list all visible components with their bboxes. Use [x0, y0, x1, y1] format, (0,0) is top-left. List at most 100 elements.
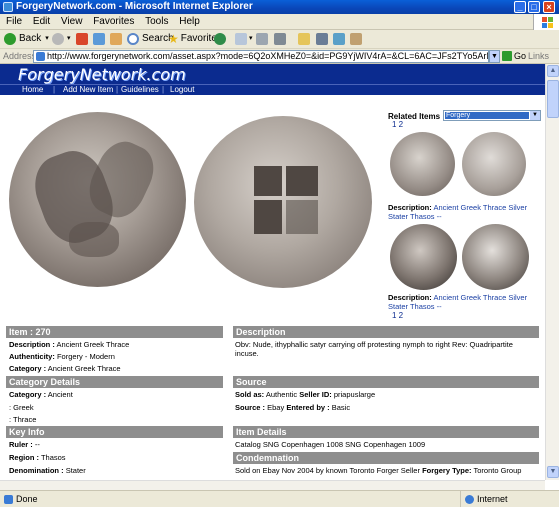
- chevron-down-icon: ▾: [249, 35, 253, 42]
- menu-help[interactable]: Help: [179, 16, 200, 27]
- related-items-select[interactable]: Forgery ▼: [443, 110, 541, 121]
- messenger-button[interactable]: [333, 32, 345, 46]
- extra-button[interactable]: [350, 32, 362, 46]
- mail-button[interactable]: ▾: [235, 32, 253, 46]
- horizontal-scrollbar[interactable]: [0, 480, 545, 490]
- research-button[interactable]: [316, 32, 328, 46]
- edit-button[interactable]: [274, 32, 286, 46]
- item-authenticity: Authenticity: Forgery - Modern: [9, 352, 115, 361]
- maximize-button[interactable]: □: [528, 1, 540, 13]
- print-button[interactable]: [256, 32, 268, 46]
- home-button[interactable]: [110, 32, 122, 46]
- stop-button[interactable]: [76, 32, 88, 46]
- coin-reverse-image: [194, 116, 372, 288]
- edit-icon: [274, 33, 286, 45]
- related-thumb-reverse-1[interactable]: [462, 132, 526, 196]
- print-icon: [256, 33, 268, 45]
- page-done-icon: [4, 495, 13, 504]
- incuse-square: [286, 200, 318, 234]
- windows-logo-icon: [533, 14, 559, 30]
- home-icon: [110, 33, 122, 45]
- address-dropdown[interactable]: ▼: [489, 50, 500, 63]
- chevron-down-icon: ▾: [67, 35, 71, 42]
- minimize-button[interactable]: _: [514, 1, 526, 13]
- mail-icon: [235, 33, 247, 45]
- key-info-region: Region : Thasos: [9, 453, 66, 462]
- zone-text: Internet: [477, 494, 508, 504]
- menu-file[interactable]: File: [6, 16, 22, 27]
- forward-arrow-icon: [52, 33, 64, 45]
- item-category: Category : Ancient Greek Thrace: [9, 364, 121, 373]
- window-titlebar: ForgeryNetwork.com - Microsoft Internet …: [0, 0, 559, 14]
- refresh-button[interactable]: [93, 32, 105, 46]
- category-details-header: Category Details: [6, 376, 223, 388]
- menu-edit[interactable]: Edit: [33, 16, 50, 27]
- nav-separator: |: [53, 85, 56, 94]
- site-logo[interactable]: ForgeryNetwork.com: [18, 65, 186, 84]
- status-bar: Done Internet: [0, 490, 559, 507]
- forward-button[interactable]: ▾: [52, 32, 71, 46]
- nav-add-new-item[interactable]: Add New Item: [63, 85, 113, 95]
- address-bar: Address http://www.forgerynetwork.com/as…: [0, 48, 559, 64]
- menu-tools[interactable]: Tools: [145, 16, 168, 27]
- discuss-button[interactable]: [298, 32, 310, 46]
- scroll-up-button[interactable]: ▲: [547, 65, 559, 77]
- close-button[interactable]: ×: [543, 1, 555, 13]
- related-thumb-obverse-1[interactable]: [390, 132, 455, 196]
- site-header: ForgeryNetwork.com: [0, 64, 545, 84]
- search-button[interactable]: Search: [127, 32, 174, 46]
- refresh-icon: [93, 33, 105, 45]
- related-pager-bottom[interactable]: 1 2: [392, 311, 403, 320]
- browser-toolbar: Back ▾ ▾ Search ★ Favorites ▾: [0, 30, 559, 48]
- nav-guidelines[interactable]: Guidelines: [121, 85, 159, 95]
- nav-logout[interactable]: Logout: [170, 85, 194, 95]
- incuse-square: [254, 166, 282, 196]
- category-details-line3: : Thrace: [9, 415, 37, 424]
- nav-separator: |: [162, 85, 165, 94]
- folder-icon: [298, 33, 310, 45]
- related-pager-top[interactable]: 1 2: [392, 120, 403, 129]
- scroll-thumb[interactable]: [547, 80, 559, 118]
- item-details-header: Item Details: [233, 426, 539, 438]
- related-thumb-obverse-2[interactable]: [390, 224, 457, 290]
- menu-view[interactable]: View: [61, 16, 83, 27]
- site-nav: Home | Add New Item | Guidelines | Logou…: [0, 84, 545, 95]
- description-text-2: incuse.: [235, 349, 259, 358]
- search-icon: [127, 33, 139, 45]
- menu-favorites[interactable]: Favorites: [93, 16, 134, 27]
- related-item-1-desc: Description: Ancient Greek Thrace Silver…: [388, 203, 528, 221]
- vertical-scrollbar[interactable]: ▲ ▼: [545, 64, 559, 480]
- condemnation-header: Condemnation: [233, 452, 539, 464]
- scroll-down-button[interactable]: ▼: [547, 466, 559, 478]
- internet-zone-icon: [465, 495, 474, 504]
- condemnation-text: Sold on Ebay Nov 2004 by known Toronto F…: [235, 466, 522, 475]
- ie-app-icon: [3, 2, 13, 12]
- stop-icon: [76, 33, 88, 45]
- chevron-down-icon: ▼: [530, 111, 540, 120]
- links-button[interactable]: Links: [528, 51, 549, 61]
- address-label: Address: [3, 51, 37, 61]
- address-input[interactable]: http://www.forgerynetwork.com/asset.aspx…: [33, 50, 489, 63]
- back-button[interactable]: Back ▾: [4, 32, 49, 46]
- source-header: Source: [233, 376, 539, 388]
- item-details-text: Catalog SNG Copenhagen 1008 SNG Copenhag…: [235, 440, 426, 449]
- related-selected-value: Forgery: [445, 112, 529, 119]
- research-icon: [316, 33, 328, 45]
- nav-home[interactable]: Home: [22, 85, 43, 95]
- messenger-icon: [333, 33, 345, 45]
- media-icon: [214, 33, 226, 45]
- chevron-down-icon: ▾: [45, 35, 49, 42]
- key-info-denomination: Denomination : Stater: [9, 466, 86, 475]
- legs-figure: [69, 222, 119, 257]
- back-arrow-icon: [4, 33, 16, 45]
- source-sold-as: Sold as: Authentic Seller ID: priapuslar…: [235, 390, 376, 399]
- category-details-line2: : Greek: [9, 403, 34, 412]
- source-entered: Source : Ebay Entered by : Basic: [235, 403, 351, 412]
- incuse-square: [254, 200, 282, 234]
- media-button[interactable]: [214, 32, 229, 46]
- related-item-2-desc: Description: Ancient Greek Thrace Silver…: [388, 293, 528, 311]
- page-viewport: ForgeryNetwork.com Home | Add New Item |…: [0, 64, 545, 480]
- go-button[interactable]: Go: [502, 51, 526, 61]
- related-thumb-reverse-2[interactable]: [462, 224, 529, 290]
- page-icon: [36, 52, 45, 61]
